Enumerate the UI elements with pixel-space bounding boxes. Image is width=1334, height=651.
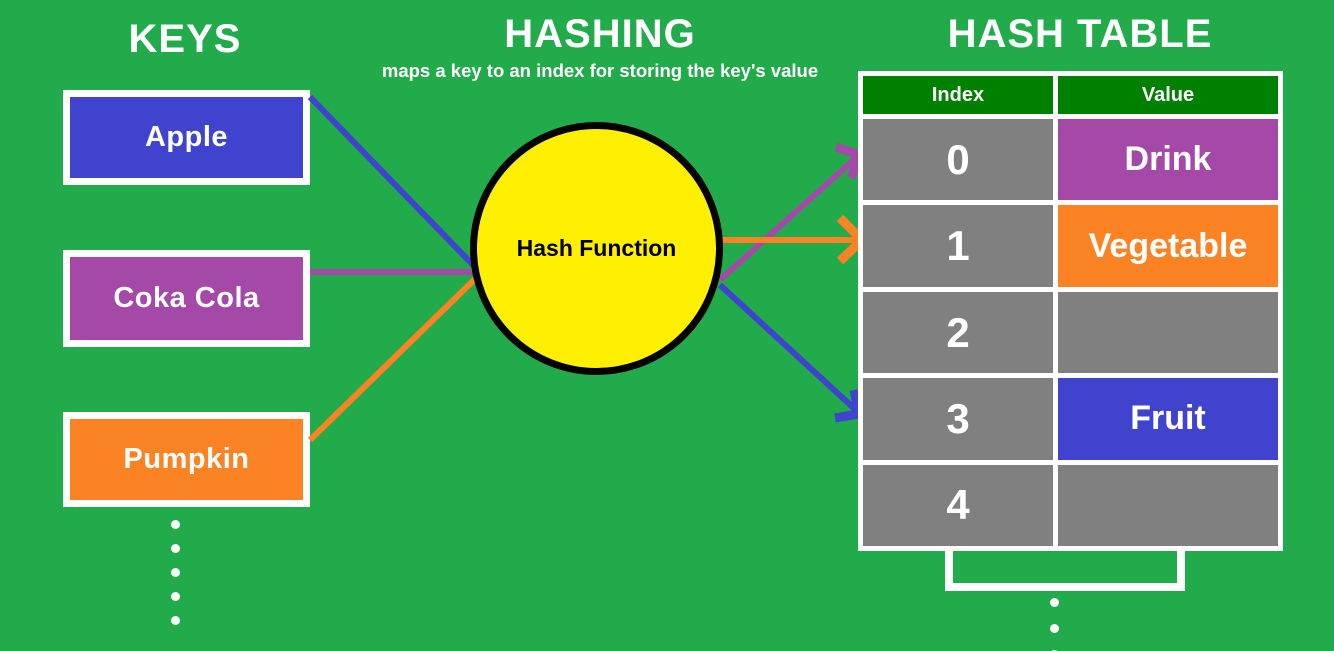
- hash-function-circle: Hash Function: [470, 122, 723, 375]
- table-row: 3 Fruit: [863, 378, 1278, 460]
- arrow-apple-to-hash: [307, 94, 479, 271]
- ellipsis-dot: [1050, 624, 1059, 633]
- table-cell-value: Drink: [1058, 119, 1278, 201]
- table-row: 1 Vegetable: [863, 205, 1278, 287]
- arrow-pumpkin-to-hash: [307, 275, 479, 443]
- table-cell-value: [1058, 464, 1278, 547]
- ellipsis-dot: [171, 568, 180, 577]
- table-row: 2: [863, 291, 1278, 374]
- key-label: Pumpkin: [123, 443, 250, 475]
- ellipsis-dot: [171, 520, 180, 529]
- arrow-hash-to-index-3: [717, 282, 861, 415]
- hashing-title: HASHING: [504, 12, 696, 56]
- ellipsis-dot: [171, 544, 180, 553]
- hashing-subtitle: maps a key to an index for storing the k…: [381, 60, 819, 81]
- hash-table: Index Value 0 Drink 1 Vegetable 2 3 Frui…: [858, 71, 1283, 551]
- arrowhead-index-0: [834, 142, 866, 180]
- table-cell-index: 3: [863, 378, 1053, 460]
- table-cell-value: [1058, 291, 1278, 374]
- hashing-diagram: KEYS HASHING maps a key to an index for …: [0, 0, 1334, 651]
- hash-table-bracket: [945, 551, 1185, 591]
- arrow-hash-to-index-0: [717, 153, 861, 283]
- table-cell-value: Fruit: [1058, 378, 1278, 460]
- hash-function-label: Hash Function: [516, 235, 677, 261]
- key-label: Coka Cola: [113, 282, 260, 314]
- ellipsis-dot: [171, 616, 180, 625]
- hash-table-title: HASH TABLE: [947, 12, 1213, 56]
- key-label: Apple: [144, 121, 229, 153]
- ellipsis-dot: [171, 592, 180, 601]
- table-row: 4: [863, 464, 1278, 547]
- table-row: 0 Drink: [863, 119, 1278, 201]
- hash-table-ellipsis: [1050, 598, 1059, 651]
- table-cell-index: 4: [863, 464, 1053, 547]
- table-cell-index: 0: [863, 119, 1053, 201]
- key-box-pumpkin: Pumpkin: [63, 412, 310, 507]
- ellipsis-dot: [1050, 598, 1059, 607]
- table-header-row: Index Value: [863, 76, 1278, 114]
- table-cell-value: Vegetable: [1058, 205, 1278, 287]
- table-cell-index: 1: [863, 205, 1053, 287]
- key-box-apple: Apple: [63, 90, 310, 185]
- keys-ellipsis: [171, 520, 180, 640]
- key-box-coka-cola: Coka Cola: [63, 250, 310, 347]
- column-header-value: Value: [1058, 76, 1278, 114]
- table-cell-index: 2: [863, 291, 1053, 374]
- arrowhead-index-3: [834, 389, 865, 423]
- column-header-index: Index: [863, 76, 1053, 114]
- keys-title: KEYS: [128, 17, 242, 61]
